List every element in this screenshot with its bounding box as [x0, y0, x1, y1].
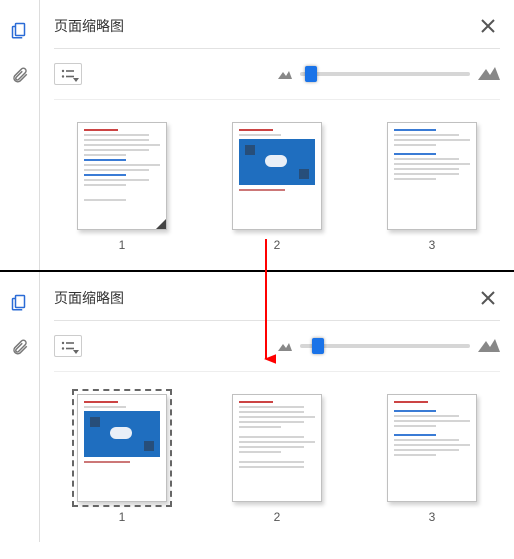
zoom-in-icon[interactable] — [478, 66, 500, 83]
page-thumbnail[interactable] — [232, 122, 322, 230]
page-thumbnail[interactable] — [387, 122, 477, 230]
thumbnail-item: 3 — [372, 394, 492, 524]
chevron-down-icon — [73, 78, 79, 82]
panel-header: 页面缩略图 — [54, 282, 500, 321]
thumbnails-icon[interactable] — [9, 292, 31, 314]
thumbnails-row: 1 2 3 — [54, 122, 500, 252]
chevron-down-icon — [73, 350, 79, 354]
thumbnails-toolbar — [54, 57, 500, 100]
page-number: 2 — [274, 510, 281, 524]
zoom-slider-group — [278, 66, 500, 83]
page-number: 3 — [429, 510, 436, 524]
page-thumbnail[interactable] — [77, 394, 167, 502]
pane-top: 页面缩略图 — [0, 0, 514, 272]
zoom-out-icon[interactable] — [278, 67, 292, 82]
zoom-slider[interactable] — [300, 72, 470, 76]
zoom-slider[interactable] — [300, 344, 470, 348]
thumbnail-item: 3 — [372, 122, 492, 252]
attachment-icon[interactable] — [9, 64, 31, 86]
page-number: 3 — [429, 238, 436, 252]
page-thumbnail[interactable] — [387, 394, 477, 502]
thumbnails-icon[interactable] — [9, 20, 31, 42]
page-thumbnail[interactable] — [232, 394, 322, 502]
panel-header: 页面缩略图 — [54, 10, 500, 49]
attachment-icon[interactable] — [9, 336, 31, 358]
page-number: 1 — [119, 238, 126, 252]
close-button[interactable] — [476, 286, 500, 310]
sidebar-ribbon — [0, 0, 40, 270]
page-number: 2 — [274, 238, 281, 252]
options-menu-button[interactable] — [54, 63, 82, 85]
thumbnail-item: 1 — [62, 122, 182, 252]
page-thumbnail[interactable] — [77, 122, 167, 230]
thumbnails-toolbar — [54, 329, 500, 372]
sidebar-ribbon — [0, 272, 40, 542]
panel-title: 页面缩略图 — [54, 16, 124, 36]
close-button[interactable] — [476, 14, 500, 38]
thumbnail-item: 2 — [217, 394, 337, 524]
zoom-slider-thumb[interactable] — [312, 338, 324, 354]
page-number: 1 — [119, 510, 126, 524]
zoom-in-icon[interactable] — [478, 338, 500, 355]
thumbnails-row: 1 2 — [54, 394, 500, 524]
pane-bottom: 页面缩略图 — [0, 272, 514, 542]
zoom-slider-group — [278, 338, 500, 355]
thumbnail-item: 2 — [217, 122, 337, 252]
zoom-out-icon[interactable] — [278, 339, 292, 354]
thumbnails-panel: 页面缩略图 — [40, 272, 514, 542]
panel-title: 页面缩略图 — [54, 288, 124, 308]
thumbnails-panel: 页面缩略图 — [40, 0, 514, 270]
dogear-icon — [156, 219, 166, 229]
options-menu-button[interactable] — [54, 335, 82, 357]
thumbnail-item: 1 — [62, 394, 182, 524]
zoom-slider-thumb[interactable] — [305, 66, 317, 82]
